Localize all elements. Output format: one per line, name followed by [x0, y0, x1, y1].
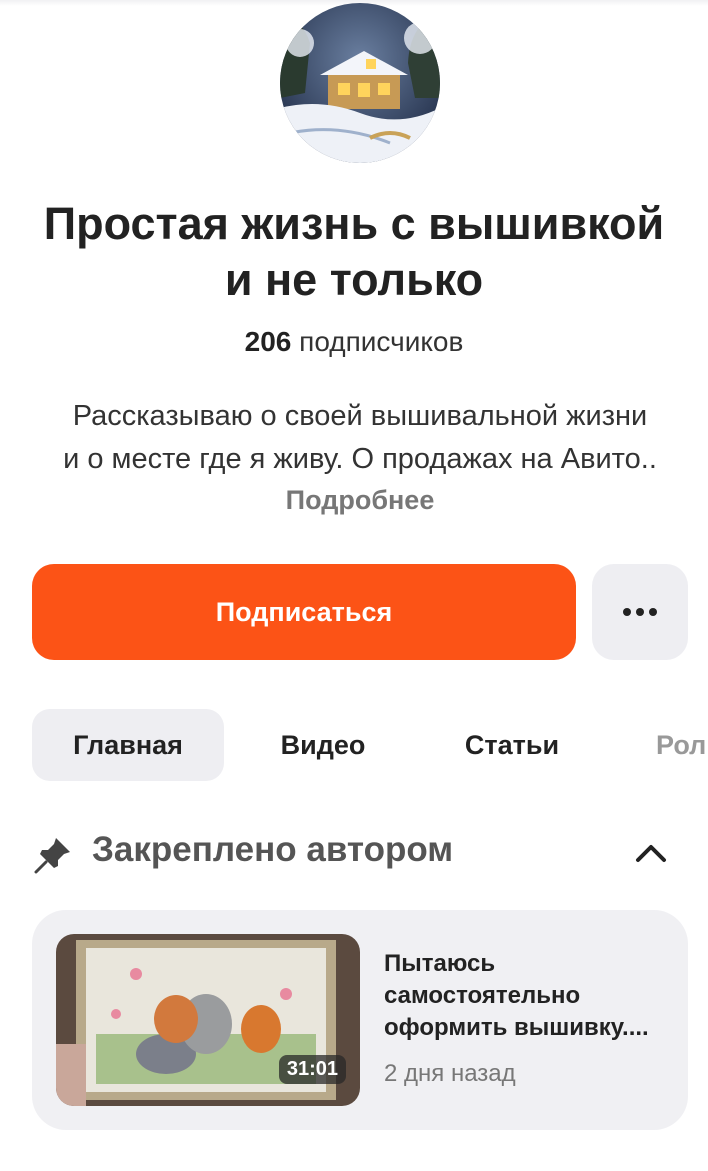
- video-date: 2 дня назад: [384, 1060, 516, 1087]
- more-dots-icon: [623, 608, 657, 616]
- video-title-line-3: оформить вышивку....: [384, 1014, 649, 1041]
- subscriber-count: 206 подписчиков: [0, 326, 708, 358]
- description-line-2: и о месте где я живу. О продажах на Авит…: [63, 443, 657, 475]
- pinned-video-card[interactable]: 31:01 Пытаюсь самостоятельно оформить вы…: [32, 910, 688, 1130]
- video-duration-badge: 31:01: [278, 1055, 346, 1084]
- video-thumbnail[interactable]: 31:01: [56, 934, 360, 1106]
- subscriber-count-number: 206: [244, 326, 292, 357]
- channel-tabs: Главная Видео Статьи Ролики: [32, 709, 708, 781]
- tab-shorts[interactable]: Ролики: [656, 709, 708, 781]
- channel-description: Рассказываю о своей вышивальной жизни и …: [30, 395, 690, 481]
- video-title-line-2: самостоятельно: [384, 982, 581, 1009]
- channel-avatar[interactable]: [280, 3, 440, 163]
- description-line-1: Рассказываю о своей вышивальной жизни: [72, 400, 648, 432]
- channel-title: Простая жизнь с вышивкой и не только: [20, 196, 688, 308]
- video-title[interactable]: Пытаюсь самостоятельно оформить вышивку.…: [384, 948, 674, 1044]
- tab-home[interactable]: Главная: [32, 709, 224, 781]
- pin-icon: [34, 838, 70, 874]
- tab-articles[interactable]: Статьи: [437, 709, 587, 781]
- more-options-button[interactable]: [592, 564, 688, 660]
- pinned-section-header: Закреплено автором: [32, 826, 688, 882]
- tab-videos[interactable]: Видео: [252, 709, 394, 781]
- channel-title-line-2: и не только: [224, 254, 484, 305]
- subscribe-button[interactable]: Подписаться: [32, 564, 576, 660]
- more-link[interactable]: Подробнее: [0, 485, 708, 516]
- video-title-line-1: Пытаюсь: [384, 950, 496, 977]
- subscriber-count-label: подписчиков: [299, 326, 464, 357]
- channel-title-line-1: Простая жизнь с вышивкой: [43, 198, 665, 249]
- chevron-up-icon[interactable]: [632, 838, 670, 868]
- pinned-label: Закреплено автором: [92, 830, 454, 869]
